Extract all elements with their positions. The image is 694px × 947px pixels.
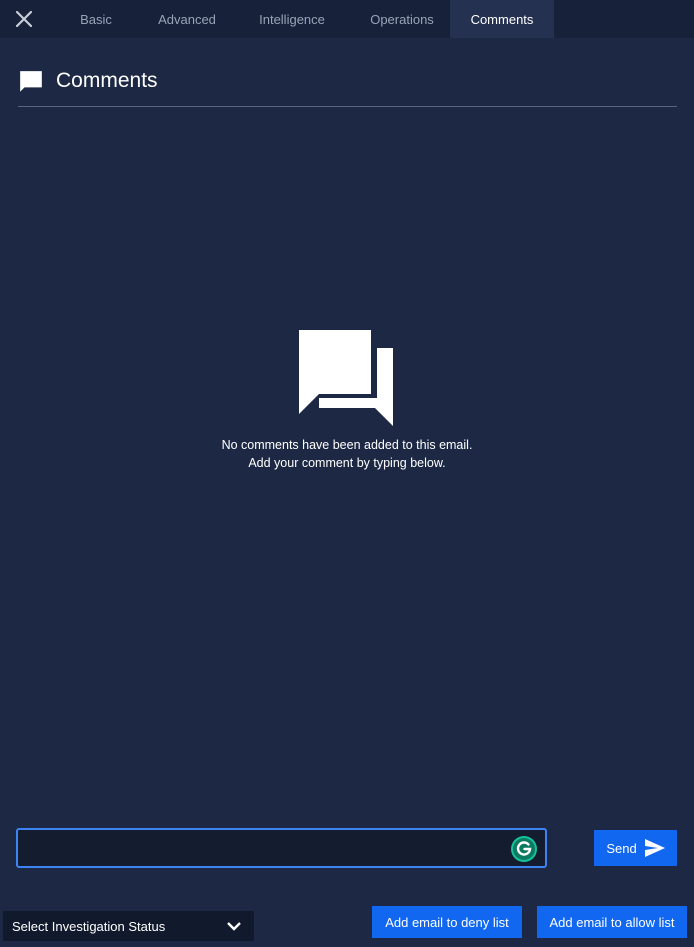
- tab-intelligence[interactable]: Intelligence: [230, 0, 354, 38]
- send-icon: [644, 839, 665, 857]
- tab-advanced[interactable]: Advanced: [144, 0, 230, 38]
- forum-icon: [299, 330, 393, 426]
- tab-comments[interactable]: Comments: [450, 0, 554, 38]
- comments-panel: Basic Advanced Intelligence Operations C…: [0, 0, 694, 947]
- tab-basic[interactable]: Basic: [48, 0, 144, 38]
- add-to-deny-list-button[interactable]: Add email to deny list: [372, 906, 522, 938]
- investigation-status-select[interactable]: Select Investigation Status: [3, 911, 254, 941]
- send-button[interactable]: Send: [594, 830, 677, 866]
- tab-bar: Basic Advanced Intelligence Operations C…: [0, 0, 694, 38]
- tab-operations[interactable]: Operations: [354, 0, 450, 38]
- empty-message-line-2: Add your comment by typing below.: [248, 456, 446, 470]
- add-to-allow-list-button[interactable]: Add email to allow list: [537, 906, 687, 938]
- grammarly-icon[interactable]: [510, 835, 538, 863]
- page-title: Comments: [56, 69, 158, 92]
- empty-message-line-1: No comments have been added to this emai…: [221, 438, 473, 452]
- comment-icon: [20, 71, 42, 92]
- send-label: Send: [606, 840, 637, 856]
- comment-input-container: [16, 828, 547, 868]
- chevron-down-icon: [227, 922, 241, 931]
- close-icon: [16, 11, 32, 27]
- comment-input[interactable]: [18, 830, 545, 866]
- close-button[interactable]: [0, 0, 48, 38]
- empty-state: No comments have been added to this emai…: [0, 328, 694, 472]
- section-header: Comments: [18, 68, 677, 107]
- status-select-label: Select Investigation Status: [12, 918, 166, 934]
- tabs: Basic Advanced Intelligence Operations C…: [48, 0, 554, 38]
